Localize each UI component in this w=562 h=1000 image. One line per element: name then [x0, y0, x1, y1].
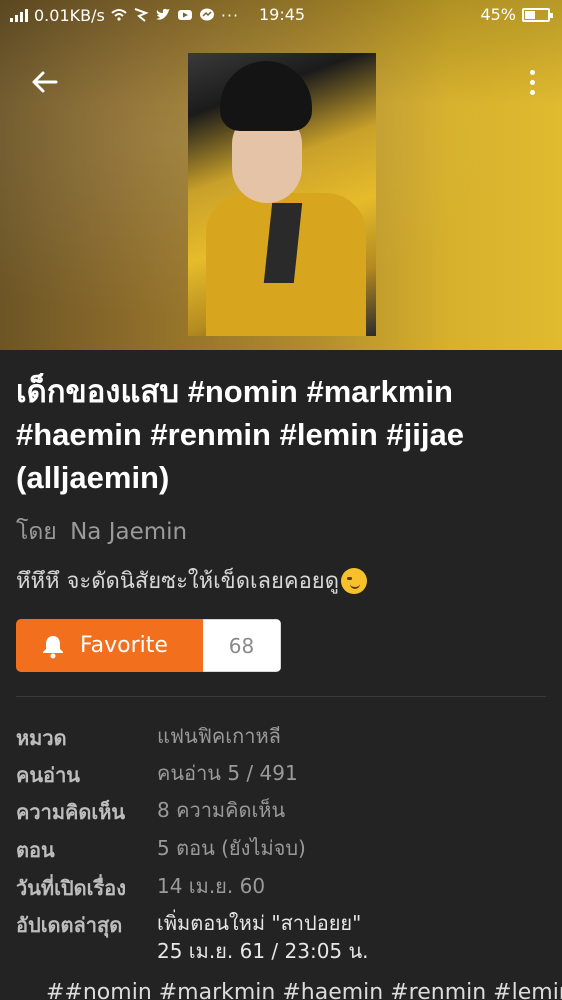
info-value[interactable]: 8 ความคิดเห็น — [157, 796, 285, 828]
info-label: ตอน — [16, 838, 55, 862]
favorite-count: 68 — [203, 619, 281, 672]
info-label: ความคิดเห็น — [16, 800, 126, 824]
info-value[interactable]: แฟนฟิคเกาหลี — [157, 722, 281, 754]
battery-icon — [522, 7, 553, 22]
tagline-text: หึหึหึ จะดัดนิสัยซะให้เข็ดเลยคอยดู — [16, 569, 339, 594]
author-name-link[interactable]: Na Jaemin — [70, 519, 187, 545]
status-bar: 0.01KB/s ··· 19:45 45% — [0, 0, 562, 30]
clock: 19:45 — [259, 5, 306, 24]
cover-header: 0.01KB/s ··· 19:45 45% — [0, 0, 562, 350]
info-row-start-date: วันที่เปิดเรื่อง 14 เม.ย. 60 — [16, 872, 546, 904]
story-tagline: หึหึหึ จะดัดนิสัยซะให้เข็ดเลยคอยดู — [16, 563, 367, 598]
cover-image — [188, 53, 376, 336]
twitter-icon — [155, 8, 170, 20]
back-button[interactable] — [26, 64, 62, 100]
latest-chapter-link[interactable]: เพิ่มตอนใหม่ "สาปอยย" — [157, 909, 369, 937]
flag-icon — [134, 8, 149, 22]
info-label: หมวด — [16, 726, 67, 750]
signal-icon — [10, 8, 28, 22]
info-value: 14 เม.ย. 60 — [157, 874, 266, 898]
more-options-button[interactable] — [520, 64, 544, 100]
info-row-last-update: อัปเดตล่าสุด เพิ่มตอนใหม่ "สาปอยย" 25 เม… — [16, 909, 546, 965]
author-line: โดย Na Jaemin — [16, 514, 187, 550]
info-value: 5 ตอน (ยังไม่จบ) — [157, 836, 306, 860]
arrow-left-icon — [32, 71, 58, 93]
battery-percent: 45% — [480, 5, 516, 24]
network-speed: 0.01KB/s — [34, 5, 105, 25]
info-row-category: หมวด แฟนฟิคเกาหลี — [16, 722, 546, 754]
author-prefix: โดย — [16, 519, 57, 545]
info-label: คนอ่าน — [16, 763, 80, 787]
tags-line: ##nomin #markmin #haemin #renmin #lemin — [46, 980, 562, 1000]
info-row-comments: ความคิดเห็น 8 ความคิดเห็น — [16, 796, 546, 828]
info-label: วันที่เปิดเรื่อง — [16, 876, 126, 900]
divider — [16, 696, 546, 697]
story-title: เด็กของแสบ #nomin #markmin #haemin #renm… — [16, 374, 464, 495]
wifi-icon — [111, 9, 127, 21]
more-notifications-icon: ··· — [220, 5, 240, 25]
messenger-icon — [199, 8, 214, 21]
info-value: คนอ่าน 5 / 491 — [157, 761, 298, 785]
smirk-face-icon — [340, 567, 367, 594]
more-vertical-icon — [529, 69, 535, 75]
favorite-label: Favorite — [80, 633, 168, 658]
last-update-date: 25 เม.ย. 61 / 23:05 น. — [157, 939, 369, 963]
info-row-readers: คนอ่าน คนอ่าน 5 / 491 — [16, 759, 546, 791]
bell-icon — [43, 635, 63, 658]
info-row-chapters: ตอน 5 ตอน (ยังไม่จบ) — [16, 834, 546, 866]
youtube-icon — [177, 10, 192, 20]
favorite-button[interactable]: Favorite — [16, 619, 203, 672]
favorite-control: Favorite 68 — [16, 619, 281, 672]
info-label: อัปเดตล่าสุด — [16, 913, 123, 937]
